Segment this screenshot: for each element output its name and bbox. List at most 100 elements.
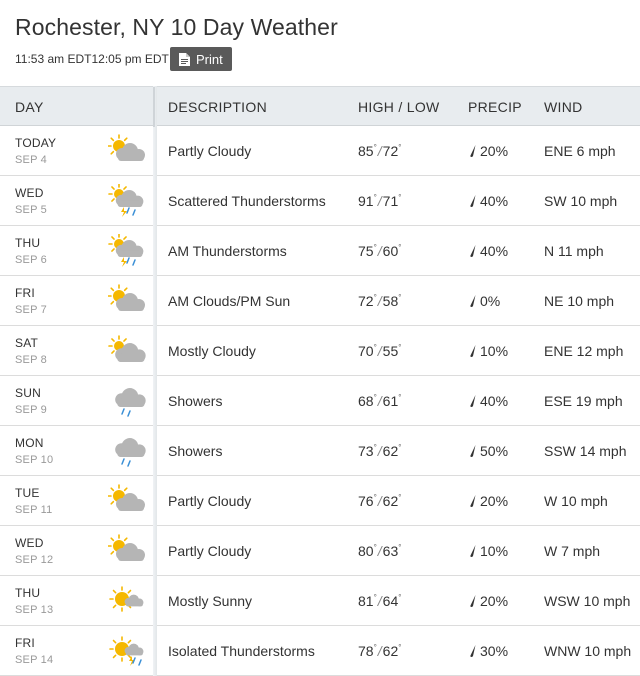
wind-value: ENE 6 mph: [544, 143, 616, 159]
weather-description: Isolated Thunderstorms: [168, 643, 315, 659]
day-name: WED: [15, 186, 44, 200]
raindrop-icon: [470, 545, 476, 557]
day-name: TUE: [15, 486, 40, 500]
table-row[interactable]: MON SEP 10 Showers 73°/62° 50% SSW 14 mp…: [0, 426, 640, 476]
day-name: SUN: [15, 386, 41, 400]
table-row[interactable]: WED SEP 5 Scattered Thunderstorms 91°/71…: [0, 176, 640, 226]
day-date: SEP 9: [15, 404, 47, 416]
update-timestamps: 11:53 am EDT12:05 pm EDT: [15, 52, 169, 66]
high-temp: 70: [358, 343, 374, 359]
table-row[interactable]: FRI SEP 14 Isolated Thunderstorms 78°/62…: [0, 626, 640, 676]
high-low-temps: 73°/62°: [358, 443, 402, 459]
mostly-cloudy-icon: [108, 335, 146, 362]
weather-description: Partly Cloudy: [168, 493, 252, 509]
raindrop-icon: [470, 345, 476, 357]
wind-value: WNW 10 mph: [544, 643, 632, 659]
precip-chance: 20%: [469, 593, 508, 609]
column-header-day[interactable]: DAY: [15, 99, 44, 115]
day-name: FRI: [15, 636, 35, 650]
precip-value: 20%: [480, 493, 509, 509]
wind-value: SSW 14 mph: [544, 443, 627, 459]
high-low-temps: 76°/62°: [358, 493, 402, 509]
print-button[interactable]: Print: [170, 47, 232, 71]
wind-value: SW 10 mph: [544, 193, 618, 209]
precip-chance: 20%: [469, 143, 508, 159]
table-row[interactable]: THU SEP 13 Mostly Sunny 81°/64° 20% WSW …: [0, 576, 640, 626]
day-name: TODAY: [15, 136, 57, 150]
weather-description: Partly Cloudy: [168, 143, 252, 159]
day-name: THU: [15, 586, 41, 600]
column-header-description[interactable]: DESCRIPTION: [168, 99, 267, 115]
column-header-wind[interactable]: WIND: [544, 99, 583, 115]
page-title: Rochester, NY 10 Day Weather: [15, 14, 338, 40]
thunderstorm-icon: [108, 234, 144, 267]
precip-value: 20%: [480, 143, 509, 159]
day-date: SEP 7: [15, 304, 47, 316]
precip-value: 20%: [480, 593, 509, 609]
precip-chance: 20%: [469, 493, 508, 509]
raindrop-icon: [470, 495, 476, 507]
partly-cloudy-icon: [108, 534, 145, 561]
table-row[interactable]: THU SEP 6 AM Thunderstorms 75°/60° 40% N…: [0, 226, 640, 276]
day-date: SEP 6: [15, 254, 47, 266]
high-temp: 76: [358, 493, 374, 509]
low-temp: 60: [382, 243, 399, 259]
wind-value: W 7 mph: [544, 543, 601, 559]
high-low-temps: 78°/62°: [358, 643, 402, 659]
day-date: SEP 14: [15, 654, 54, 666]
column-header-precip[interactable]: PRECIP: [468, 99, 522, 115]
table-row[interactable]: FRI SEP 7 AM Clouds/PM Sun 72°/58° 0% NE…: [0, 276, 640, 326]
precip-value: 30%: [480, 643, 509, 659]
precip-value: 0%: [480, 293, 501, 309]
showers-icon: [115, 388, 146, 417]
high-temp: 85: [358, 143, 374, 159]
forecast-table: DAY DESCRIPTION HIGH / LOW PRECIP WIND T…: [0, 86, 640, 676]
wind-value: NE 10 mph: [544, 293, 615, 309]
low-temp: 61: [382, 393, 399, 409]
day-date: SEP 11: [15, 504, 53, 516]
wind-value: W 10 mph: [544, 493, 608, 509]
weather-description: Scattered Thunderstorms: [168, 193, 326, 209]
day-date: SEP 10: [15, 454, 54, 466]
precip-chance: 10%: [469, 343, 508, 359]
table-row[interactable]: TUE SEP 11 Partly Cloudy 76°/62° 20% W 1…: [0, 476, 640, 526]
high-low-temps: 91°/71°: [358, 193, 402, 209]
day-name: SAT: [15, 336, 39, 350]
high-temp: 75: [358, 243, 374, 259]
raindrop-icon: [470, 445, 476, 457]
raindrop-icon: [470, 595, 476, 607]
high-low-temps: 72°/58°: [358, 293, 402, 309]
weather-description: AM Thunderstorms: [168, 243, 287, 259]
raindrop-icon: [470, 295, 476, 307]
day-date: SEP 12: [15, 554, 54, 566]
table-row[interactable]: WED SEP 12 Partly Cloudy 80°/63° 10% W 7…: [0, 526, 640, 576]
day-date: SEP 13: [15, 604, 54, 616]
table-row[interactable]: SUN SEP 9 Showers 68°/61° 40% ESE 19 mph: [0, 376, 640, 426]
print-label: Print: [196, 51, 223, 67]
high-low-temps: 75°/60°: [358, 243, 402, 259]
print-icon: [179, 52, 190, 66]
high-temp: 91: [358, 193, 374, 209]
day-date: SEP 4: [15, 154, 47, 166]
low-temp: 71: [382, 193, 399, 209]
weather-description: AM Clouds/PM Sun: [168, 293, 291, 309]
precip-value: 40%: [480, 393, 509, 409]
partly-cloudy-icon: [108, 484, 145, 511]
weather-description: Showers: [168, 443, 223, 459]
showers-icon: [115, 438, 146, 467]
column-header-high-low[interactable]: HIGH / LOW: [358, 99, 440, 115]
sun-thunder-icon: [109, 636, 144, 666]
raindrop-icon: [470, 195, 476, 207]
low-temp: 63: [382, 543, 399, 559]
precip-value: 40%: [480, 243, 509, 259]
low-temp: 64: [382, 593, 399, 609]
weather-description: Partly Cloudy: [168, 543, 252, 559]
day-name: THU: [15, 236, 41, 250]
wind-value: WSW 10 mph: [544, 593, 631, 609]
table-row[interactable]: TODAY SEP 4 Partly Cloudy 85°/72° 20% EN…: [0, 126, 640, 176]
raindrop-icon: [470, 645, 476, 657]
table-row[interactable]: SAT SEP 8 Mostly Cloudy 70°/55° 10% ENE …: [0, 326, 640, 376]
raindrop-icon: [470, 245, 476, 257]
precip-chance: 40%: [469, 393, 508, 409]
high-low-temps: 81°/64°: [358, 593, 402, 609]
